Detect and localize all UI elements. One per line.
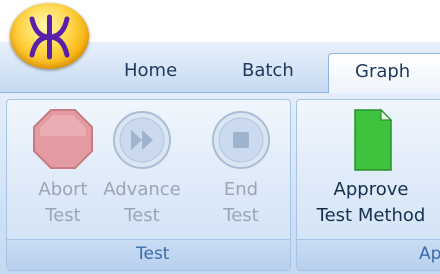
tab-batch[interactable]: Batch [242, 60, 294, 81]
stop-square-icon [212, 111, 270, 169]
approve-test-method-label: Approve Test Method [316, 179, 426, 226]
advance-test-button[interactable]: Advance Test [103, 105, 181, 235]
abort-test-label: Abort Test [38, 179, 88, 226]
end-test-button[interactable]: End Test [206, 105, 276, 235]
group-footer: App [297, 239, 440, 270]
abort-test-button[interactable]: Abort Test [28, 105, 98, 235]
green-document-icon [354, 108, 393, 171]
group-label-test: Test [136, 244, 170, 264]
app-logo-icon [29, 14, 70, 60]
group-footer: Test [7, 239, 290, 270]
approve-test-method-button[interactable]: Approve Test Method [302, 105, 440, 235]
group-label-approve: App [419, 244, 440, 264]
fast-forward-icon [113, 111, 171, 169]
tab-graph-label: Graph [355, 61, 411, 82]
end-test-label: End Test [223, 179, 259, 226]
advance-test-label: Advance Test [103, 179, 181, 226]
stop-octagon-icon [33, 109, 93, 169]
application-menu-button[interactable] [10, 3, 89, 69]
tab-home[interactable]: Home [124, 60, 177, 81]
tab-graph[interactable]: Graph [328, 53, 440, 93]
